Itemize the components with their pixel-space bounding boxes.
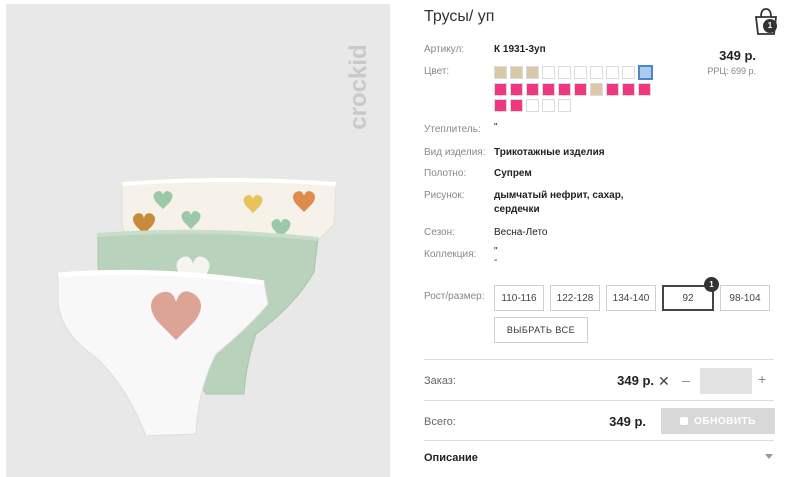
close-icon[interactable]: ✕ (658, 373, 670, 390)
color-swatch[interactable] (510, 99, 523, 112)
color-swatch[interactable] (526, 99, 539, 112)
season-label: Сезон: (424, 227, 455, 238)
color-swatch[interactable] (542, 99, 555, 112)
color-swatch[interactable] (558, 83, 571, 96)
update-button[interactable]: ОБНОВИТЬ (661, 408, 775, 434)
quantity-input[interactable] (700, 368, 752, 394)
color-swatch[interactable] (622, 83, 635, 96)
article-label: Артикул: (424, 44, 465, 55)
color-swatch[interactable] (606, 66, 619, 79)
color-swatch[interactable] (558, 99, 571, 112)
order-price: 349 р. (617, 373, 654, 388)
color-swatch[interactable] (622, 66, 635, 79)
total-price: 349 р. (609, 414, 646, 429)
color-swatch[interactable] (494, 83, 507, 96)
type-label: Вид изделия: (424, 147, 486, 158)
pattern-value-line1: дымчатый нефрит, сахар, (494, 190, 624, 201)
insulation-value: " (494, 122, 498, 133)
color-swatch[interactable] (510, 66, 523, 79)
color-swatch[interactable] (558, 66, 571, 79)
cart-count-badge: 1 (763, 19, 777, 33)
type-value: Трикотажные изделия (494, 147, 605, 158)
color-swatch[interactable] (494, 66, 507, 79)
brand-logo: crockid (346, 44, 372, 129)
divider (424, 400, 774, 401)
divider (424, 440, 774, 441)
fabric-value: Супрем (494, 168, 532, 179)
description-toggle[interactable]: Описание (424, 452, 478, 464)
svg-text:crockid: crockid (346, 44, 372, 129)
color-label: Цвет: (424, 66, 450, 77)
color-swatch[interactable] (574, 83, 587, 96)
size-option-110-116[interactable]: 110-116 (494, 285, 544, 311)
article-value: К 1931-3уп (494, 44, 546, 55)
select-all-button[interactable]: ВЫБРАТЬ ВСЕ (494, 317, 588, 343)
size-count-badge: 1 (704, 277, 719, 292)
order-label: Заказ: (424, 375, 456, 387)
pattern-value-line2: сердечки (494, 204, 540, 215)
size-label: Рост/размер: (424, 291, 485, 302)
color-swatch[interactable] (542, 66, 555, 79)
product-photo (57, 178, 337, 437)
quantity-decrease-button[interactable]: – (682, 372, 690, 388)
rrp-price: РРЦ: 699 р. (707, 66, 756, 76)
quantity-increase-button[interactable]: + (758, 371, 766, 387)
color-swatch[interactable] (574, 66, 587, 79)
product-price: 349 р. (719, 48, 756, 63)
color-swatch[interactable] (606, 83, 619, 96)
color-swatch[interactable] (590, 66, 603, 79)
color-swatch[interactable] (638, 65, 653, 80)
color-swatches (494, 65, 664, 112)
color-swatch[interactable] (526, 83, 539, 96)
refresh-icon (680, 417, 689, 425)
total-label: Всего: (424, 416, 456, 428)
collection-label: Коллекция: (424, 249, 477, 260)
divider (424, 359, 774, 360)
color-swatch[interactable] (526, 66, 539, 79)
update-button-label: ОБНОВИТЬ (694, 415, 756, 427)
product-image[interactable]: crockid (6, 4, 390, 477)
color-swatch[interactable] (590, 83, 603, 96)
color-swatch[interactable] (638, 83, 651, 96)
collection-value-line2: - (494, 255, 498, 266)
fabric-label: Полотно: (424, 168, 467, 179)
insulation-label: Утеплитель: (424, 124, 481, 135)
season-value: Весна-Лето (494, 227, 548, 238)
size-option-98-104[interactable]: 98-104 (720, 285, 770, 311)
product-title: Трусы/ уп (424, 8, 495, 25)
color-swatch[interactable] (494, 99, 507, 112)
color-swatch[interactable] (542, 83, 555, 96)
size-option-122-128[interactable]: 122-128 (550, 285, 600, 311)
size-option-134-140[interactable]: 134-140 (606, 285, 656, 311)
pattern-label: Рисунок: (424, 190, 465, 201)
color-swatch[interactable] (510, 83, 523, 96)
chevron-down-icon[interactable] (765, 454, 773, 459)
